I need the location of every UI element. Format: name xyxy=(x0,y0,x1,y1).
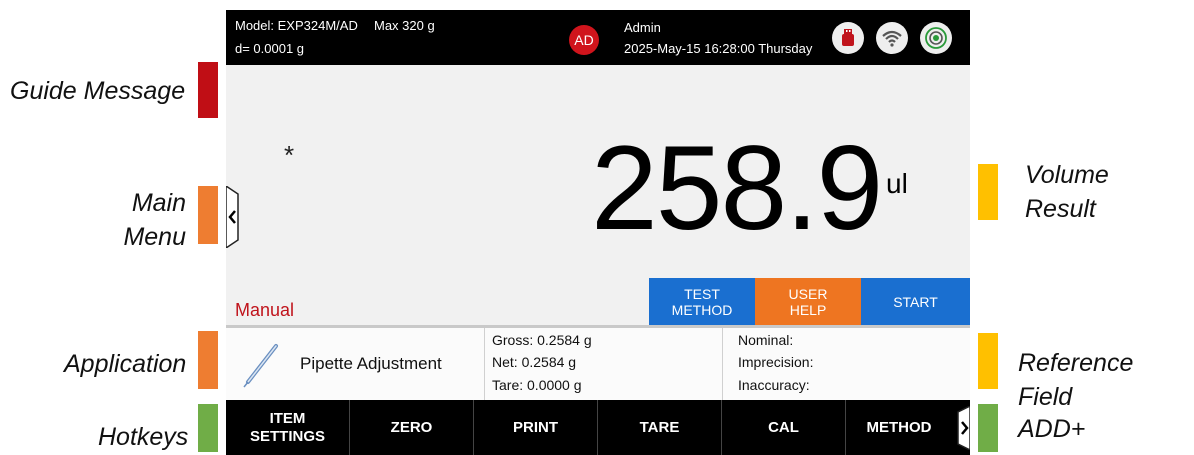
hotkey-method[interactable]: METHOD xyxy=(846,400,952,455)
callout-application: Application xyxy=(64,350,187,378)
model-label: Model: EXP324M/AD xyxy=(235,18,358,33)
tare-weight: Tare: 0.0000 g xyxy=(492,377,582,393)
application-marker xyxy=(198,331,218,389)
callout-hotkeys: Hotkeys xyxy=(98,423,189,451)
volume-result-marker xyxy=(978,164,998,220)
balance-screen: Model: EXP324M/AD Max 320 g d= 0.0001 g … xyxy=(226,10,970,455)
datetime: 2025-May-15 16:28:00 Thursday xyxy=(624,41,813,56)
separator xyxy=(484,328,485,400)
add-plus-handle[interactable] xyxy=(952,405,970,451)
reference-nominal: Nominal: xyxy=(738,332,794,348)
main-menu-marker xyxy=(198,186,218,244)
status-bar: Model: EXP324M/AD Max 320 g d= 0.0001 g … xyxy=(226,10,970,65)
application-section[interactable]: Pipette Adjustment xyxy=(226,328,484,400)
usb-icon[interactable] xyxy=(832,22,864,54)
user-name: Admin xyxy=(624,20,661,35)
test-method-button[interactable]: TEST METHOD xyxy=(649,278,755,325)
start-button[interactable]: START xyxy=(861,278,970,325)
guide-message-marker xyxy=(198,62,218,118)
callout-reference-field: Reference Field xyxy=(1018,349,1134,411)
pipette-icon xyxy=(240,342,280,393)
user-help-button[interactable]: USER HELP xyxy=(755,278,861,325)
reference-imprecision: Imprecision: xyxy=(738,354,814,370)
user-avatar[interactable]: AD xyxy=(569,25,599,55)
info-panel: Pipette Adjustment Gross: 0.2584 g Net: … xyxy=(226,328,970,400)
hotkey-tare[interactable]: TARE xyxy=(598,400,722,455)
callout-guide-message: Guide Message xyxy=(10,77,186,105)
add-plus-marker xyxy=(978,404,998,452)
callout-add-plus: ADD+ xyxy=(1018,415,1086,443)
hotkey-cal[interactable]: CAL xyxy=(722,400,846,455)
stability-indicator: * xyxy=(284,140,295,170)
net-weight: Net: 0.2584 g xyxy=(492,354,577,370)
readability-label: d= 0.0001 g xyxy=(235,41,305,56)
hotkey-item-settings[interactable]: ITEM SETTINGS xyxy=(226,400,350,455)
wifi-icon[interactable] xyxy=(876,22,908,54)
volume-result-value: 258.9 xyxy=(591,121,883,255)
hotkey-zero[interactable]: ZERO xyxy=(350,400,474,455)
main-menu-handle[interactable] xyxy=(226,185,246,249)
hotkey-bar: ITEM SETTINGS ZERO PRINT TARE CAL METHOD xyxy=(226,400,970,455)
reference-field-marker xyxy=(978,333,998,389)
max-capacity-label: Max 320 g xyxy=(374,18,435,33)
hotkey-print[interactable]: PRINT xyxy=(474,400,598,455)
mode-label: Manual xyxy=(235,300,295,320)
application-name: Pipette Adjustment xyxy=(300,354,442,373)
callout-main-menu: Main Menu xyxy=(123,189,186,251)
separator xyxy=(722,328,723,400)
volume-unit: ul xyxy=(886,168,908,199)
gross-weight: Gross: 0.2584 g xyxy=(492,332,592,348)
reference-inaccuracy: Inaccuracy: xyxy=(738,377,810,393)
callout-volume-result: Volume Result xyxy=(1025,161,1109,223)
level-bubble-icon[interactable] xyxy=(920,22,952,54)
hotkeys-marker xyxy=(198,404,218,452)
